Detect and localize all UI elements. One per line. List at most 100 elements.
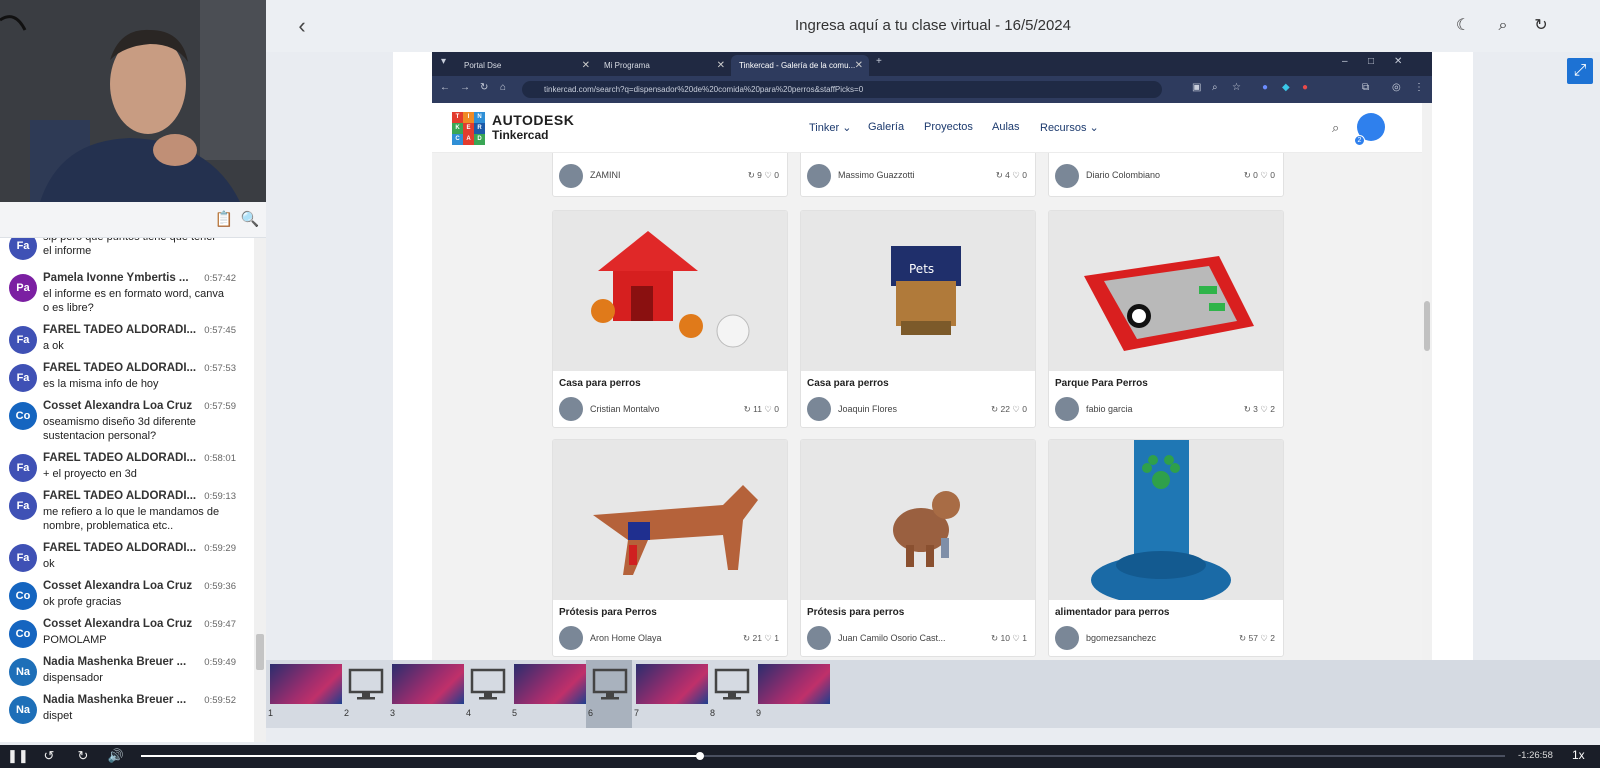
project-thumbnail[interactable] [553, 440, 787, 600]
slide-thumbnail-5[interactable]: 5 [510, 660, 586, 728]
close-icon[interactable]: ✕ [855, 55, 863, 76]
project-card[interactable]: Prótesis para perros Juan Camilo Osorio C… [800, 439, 1036, 657]
chat-avatar: Fa [9, 544, 37, 572]
search-icon[interactable]: ⌕ [1332, 120, 1339, 136]
author-avatar [559, 164, 583, 188]
menu-recursos[interactable]: Recursos ⌄ [1040, 121, 1099, 134]
project-card[interactable]: Diario Colombiano ↻ 0 ♡ 0 [1048, 153, 1284, 197]
project-card[interactable]: INNOVACION.Massimo Guazzotti↻ 4 ♡ 0 [800, 153, 1036, 197]
url-field[interactable]: tinkercad.com/search?q=dispensador%20de%… [522, 81, 1162, 98]
chat-author-name: Pamela Ivonne Ymbertis ... [43, 272, 189, 284]
forward-icon[interactable]: ↻ [73, 746, 93, 766]
project-card[interactable]: Parque Para Perros fabio garcia ↻ 3 ♡ 2 [1048, 210, 1284, 428]
chat-message-header: FAREL TADEO ALDORADI... 0:58:01 [43, 452, 236, 467]
project-thumbnail[interactable]: Pets [801, 211, 1035, 371]
moon-icon[interactable]: ☾ [1452, 15, 1474, 37]
volume-icon[interactable]: 🔊 [106, 746, 126, 766]
slide-number: 1 [268, 708, 274, 718]
tinkercad-logo[interactable]: TINKERCAD [452, 112, 485, 145]
slide-thumbnail-7[interactable]: 7 [632, 660, 708, 728]
project-thumbnail[interactable] [1049, 211, 1283, 371]
new-tab-icon[interactable]: + [876, 56, 882, 67]
slide-thumbnail-8[interactable]: 8 [708, 660, 754, 728]
extension-icon[interactable]: ◆ [1282, 82, 1290, 93]
window-close-icon[interactable]: ✕ [1394, 56, 1402, 67]
chat-message-text: POMOLAMP [43, 634, 107, 646]
project-card[interactable]: Pets Casa para perros Joaquin Flores ↻ 22 ♡… [800, 210, 1036, 428]
project-thumbnail[interactable] [1049, 440, 1283, 600]
bookmark-star-icon[interactable]: ☆ [1232, 82, 1241, 93]
monitor-icon [590, 664, 630, 704]
browser-scrollbar-thumb[interactable] [1424, 301, 1430, 351]
card-stats: ↻ 9 ♡ 0 [747, 170, 779, 180]
home-icon[interactable]: ⌂ [500, 82, 506, 93]
menu-tinker[interactable]: Tinker ⌄ [809, 121, 851, 134]
chat-scrollbar[interactable] [254, 238, 266, 742]
menu-proyectos[interactable]: Proyectos [924, 121, 973, 133]
reload-icon[interactable]: ↻ [480, 82, 488, 93]
browser-tab-tinkercad[interactable]: Tinkercad - Galería de la comu... ✕ [731, 55, 869, 76]
chat-message-text: nombre, problematica etc.. [43, 520, 174, 532]
chat-message: Co Cosset Alexandra Loa Cruz 0:59:36 ok pro… [0, 580, 254, 610]
maximize-icon[interactable]: □ [1368, 56, 1374, 67]
author-avatar [807, 164, 831, 188]
chat-avatar: Co [9, 402, 37, 430]
chat-scrollbar-thumb[interactable] [256, 634, 264, 670]
install-icon[interactable]: ▣ [1192, 82, 1201, 93]
refresh-icon[interactable]: ↻ [1530, 15, 1552, 37]
card-author: Cristian Montalvo [590, 404, 660, 414]
extension-icon[interactable]: ● [1302, 82, 1308, 93]
pause-icon[interactable]: ❚❚ [7, 746, 29, 766]
chat-message: Co Cosset Alexandra Loa Cruz 0:57:59 oseami… [0, 400, 254, 443]
playback-speed-button[interactable]: 1x [1572, 748, 1585, 762]
slide-thumbnail-2[interactable]: 2 [342, 660, 388, 728]
menu-aulas[interactable]: Aulas [992, 121, 1020, 133]
project-card[interactable]: Prótesis para Perros Aron Home Olaya ↻ 21 … [552, 439, 788, 657]
chat-message-text: dispet [43, 710, 73, 722]
chat-message-text: ok [43, 558, 55, 570]
minimize-icon[interactable]: – [1342, 56, 1348, 67]
zoom-icon[interactable]: ⌕ [1212, 82, 1218, 93]
forward-arrow-icon[interactable]: → [460, 82, 470, 93]
slide-number: 6 [588, 708, 594, 718]
browser-scrollbar[interactable] [1422, 103, 1432, 660]
slide-thumbnail-6[interactable]: 6 [586, 660, 632, 728]
project-thumbnail[interactable] [553, 211, 787, 371]
notes-icon[interactable]: 📋 [214, 210, 234, 230]
slide-thumbnail-9[interactable]: 9 [754, 660, 830, 728]
search-icon[interactable]: ⌕ [1492, 15, 1514, 37]
fullscreen-expand-button[interactable]: ⤢ [1567, 58, 1593, 84]
more-menu-icon[interactable]: ⋮ [1414, 82, 1424, 93]
slide-thumbnail-4[interactable]: 4 [464, 660, 510, 728]
extensions-puzzle-icon[interactable]: ⧉ [1362, 82, 1369, 93]
chat-avatar: Co [9, 582, 37, 610]
project-card[interactable]: ZAMINI ↻ 9 ♡ 0 [552, 153, 788, 197]
chat-avatar: Fa [9, 238, 37, 260]
chat-message-header: FAREL TADEO ALDORADI... 0:57:45 [43, 324, 236, 339]
close-icon[interactable]: ✕ [717, 55, 725, 76]
browser-tab-programa[interactable]: Mi Programa ✕ [596, 55, 731, 76]
chat-message: Na Nadia Mashenka Breuer ... 0:59:49 dispen… [0, 656, 254, 686]
menu-galeria[interactable]: Galería [868, 121, 904, 133]
chat-message: Fa FAREL TADEO ALDORADI... 0:59:29 ok [0, 542, 254, 572]
slide-thumbnail-1[interactable]: 1 [266, 660, 342, 728]
profile-icon[interactable]: ◎ [1392, 82, 1401, 93]
card-stats: ↻ 22 ♡ 0 [990, 404, 1027, 414]
browser-tab-bar: ▾ Portal Dse ✕ Mi Programa ✕ Tinkercad - G… [432, 52, 1432, 76]
card-stats: ↻ 4 ♡ 0 [995, 170, 1027, 180]
rewind-icon[interactable]: ↺ [39, 746, 59, 766]
close-icon[interactable]: ✕ [582, 55, 590, 76]
chat-search-icon[interactable]: 🔍 [240, 210, 260, 230]
browser-tab-portal[interactable]: Portal Dse ✕ [456, 55, 596, 76]
back-arrow-icon[interactable]: ← [440, 82, 450, 93]
chat-timestamp: 0:59:47 [204, 619, 236, 630]
project-thumbnail[interactable] [801, 440, 1035, 600]
tab-menu-icon[interactable]: ▾ [441, 56, 446, 67]
card-title: alimentador para perros [1055, 607, 1170, 618]
project-card[interactable]: Casa para perros Cristian Montalvo ↻ 11 ♡ … [552, 210, 788, 428]
project-card[interactable]: alimentador para perros bgomezsanchezc ↻ 5… [1048, 439, 1284, 657]
extension-icon[interactable]: ● [1262, 82, 1268, 93]
seek-bar[interactable] [141, 752, 1505, 760]
slide-thumbnail-3[interactable]: 3 [388, 660, 464, 728]
seek-handle[interactable] [696, 752, 705, 760]
